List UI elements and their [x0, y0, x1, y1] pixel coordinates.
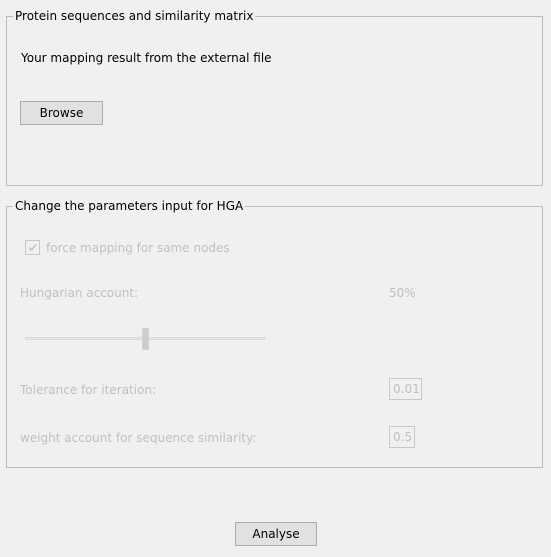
hungarian-account-label: Hungarian account: — [20, 286, 139, 300]
browse-button[interactable]: Browse — [20, 101, 103, 125]
force-mapping-label: force mapping for same nodes — [46, 241, 230, 255]
mapping-result-label: Your mapping result from the external fi… — [21, 51, 272, 65]
hga-group-title: Change the parameters input for HGA — [13, 199, 246, 213]
protein-group-title: Protein sequences and similarity matrix — [13, 9, 256, 23]
tolerance-field[interactable]: 0.01 — [389, 378, 422, 400]
slider-thumb[interactable] — [142, 328, 149, 350]
tolerance-label: Tolerance for iteration: — [20, 383, 157, 397]
hungarian-account-value: 50% — [389, 286, 416, 300]
hungarian-account-slider[interactable] — [25, 328, 265, 350]
force-mapping-checkbox[interactable] — [25, 240, 40, 255]
analyse-button[interactable]: Analyse — [235, 522, 317, 546]
weight-account-field[interactable]: 0.5 — [389, 426, 415, 448]
weight-account-label: weight account for sequence similarity: — [20, 431, 257, 445]
checkmark-icon — [28, 244, 37, 252]
